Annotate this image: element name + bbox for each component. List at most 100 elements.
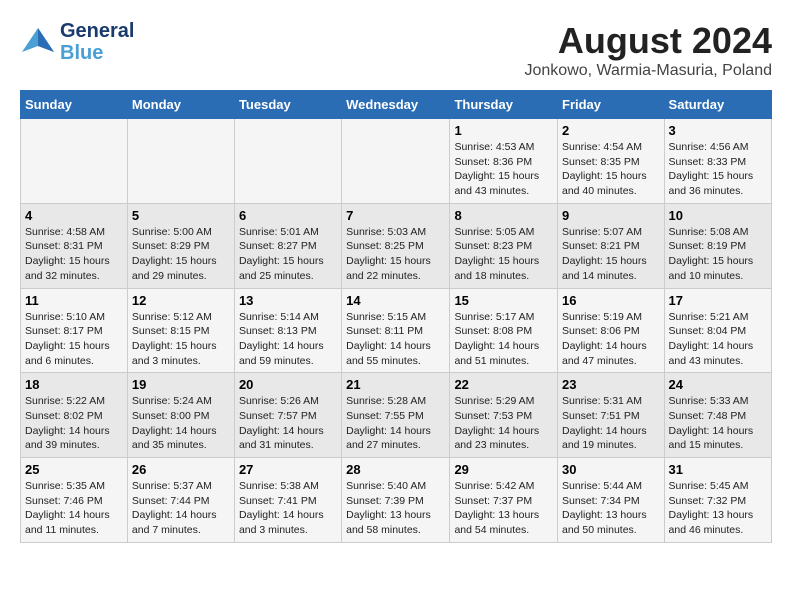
calendar-cell: 17 Sunrise: 5:21 AMSunset: 8:04 PMDayligh…	[664, 288, 771, 373]
day-number: 4	[25, 208, 123, 223]
day-info: Sunrise: 5:00 AMSunset: 8:29 PMDaylight:…	[132, 225, 230, 284]
day-number: 19	[132, 377, 230, 392]
day-number: 25	[25, 462, 123, 477]
calendar-cell: 22 Sunrise: 5:29 AMSunset: 7:53 PMDayligh…	[450, 373, 558, 458]
calendar-cell: 27 Sunrise: 5:38 AMSunset: 7:41 PMDayligh…	[234, 458, 341, 543]
weekday-header-friday: Friday	[558, 91, 665, 119]
day-number: 1	[454, 123, 553, 138]
day-number: 8	[454, 208, 553, 223]
calendar-week-row: 25Sunrise: 5:35 AMSunset: 7:46 PMDayligh…	[21, 458, 772, 543]
day-info: Sunrise: 4:58 AMSunset: 8:31 PMDaylight:…	[25, 225, 123, 284]
day-number: 15	[454, 293, 553, 308]
day-info: Sunrise: 5:14 AMSunset: 8:13 PMDaylight:…	[239, 310, 337, 369]
calendar-cell: 10Sunrise: 5:08 AMSunset: 8:19 PMDayligh…	[664, 203, 771, 288]
day-number: 30	[562, 462, 660, 477]
calendar-cell: 11 Sunrise: 5:10 AMSunset: 8:17 PMDayligh…	[21, 288, 128, 373]
calendar-cell: 23Sunrise: 5:31 AMSunset: 7:51 PMDayligh…	[558, 373, 665, 458]
day-number: 21	[346, 377, 445, 392]
calendar-table: SundayMondayTuesdayWednesdayThursdayFrid…	[20, 90, 772, 543]
day-number: 29	[454, 462, 553, 477]
location-text: Jonkowo, Warmia-Masuria, Poland	[525, 62, 773, 80]
calendar-week-row: 1 Sunrise: 4:53 AMSunset: 8:36 PMDaylight…	[21, 119, 772, 204]
weekday-header-tuesday: Tuesday	[234, 91, 341, 119]
calendar-cell: 24 Sunrise: 5:33 AMSunset: 7:48 PMDayligh…	[664, 373, 771, 458]
calendar-cell: 7 Sunrise: 5:03 AMSunset: 8:25 PMDaylight…	[342, 203, 450, 288]
day-info: Sunrise: 5:45 AMSunset: 7:32 PMDaylight:…	[669, 479, 767, 538]
day-info: Sunrise: 4:56 AMSunset: 8:33 PMDaylight:…	[669, 140, 767, 199]
day-info: Sunrise: 5:03 AMSunset: 8:25 PMDaylight:…	[346, 225, 445, 284]
day-info: Sunrise: 5:01 AMSunset: 8:27 PMDaylight:…	[239, 225, 337, 284]
day-number: 5	[132, 208, 230, 223]
calendar-cell: 12Sunrise: 5:12 AMSunset: 8:15 PMDayligh…	[127, 288, 234, 373]
calendar-cell: 26Sunrise: 5:37 AMSunset: 7:44 PMDayligh…	[127, 458, 234, 543]
calendar-cell: 19 Sunrise: 5:24 AMSunset: 8:00 PMDayligh…	[127, 373, 234, 458]
calendar-cell: 3 Sunrise: 4:56 AMSunset: 8:33 PMDaylight…	[664, 119, 771, 204]
calendar-cell: 4 Sunrise: 4:58 AMSunset: 8:31 PMDaylight…	[21, 203, 128, 288]
day-number: 16	[562, 293, 660, 308]
day-number: 13	[239, 293, 337, 308]
logo-text-blue: Blue	[60, 42, 134, 64]
calendar-cell	[127, 119, 234, 204]
calendar-week-row: 18 Sunrise: 5:22 AMSunset: 8:02 PMDayligh…	[21, 373, 772, 458]
day-info: Sunrise: 5:38 AMSunset: 7:41 PMDaylight:…	[239, 479, 337, 538]
day-info: Sunrise: 5:05 AMSunset: 8:23 PMDaylight:…	[454, 225, 553, 284]
day-number: 26	[132, 462, 230, 477]
calendar-cell: 30 Sunrise: 5:44 AMSunset: 7:34 PMDayligh…	[558, 458, 665, 543]
calendar-cell: 1 Sunrise: 4:53 AMSunset: 8:36 PMDaylight…	[450, 119, 558, 204]
day-number: 9	[562, 208, 660, 223]
day-info: Sunrise: 5:44 AMSunset: 7:34 PMDaylight:…	[562, 479, 660, 538]
weekday-header-sunday: Sunday	[21, 91, 128, 119]
day-info: Sunrise: 5:17 AMSunset: 8:08 PMDaylight:…	[454, 310, 553, 369]
day-info: Sunrise: 5:29 AMSunset: 7:53 PMDaylight:…	[454, 394, 553, 453]
calendar-cell: 14Sunrise: 5:15 AMSunset: 8:11 PMDayligh…	[342, 288, 450, 373]
logo-text-general: General	[60, 20, 134, 42]
calendar-cell: 13 Sunrise: 5:14 AMSunset: 8:13 PMDayligh…	[234, 288, 341, 373]
calendar-cell: 8 Sunrise: 5:05 AMSunset: 8:23 PMDaylight…	[450, 203, 558, 288]
day-info: Sunrise: 5:22 AMSunset: 8:02 PMDaylight:…	[25, 394, 123, 453]
calendar-cell: 28Sunrise: 5:40 AMSunset: 7:39 PMDayligh…	[342, 458, 450, 543]
weekday-header-saturday: Saturday	[664, 91, 771, 119]
day-number: 28	[346, 462, 445, 477]
day-number: 7	[346, 208, 445, 223]
day-number: 24	[669, 377, 767, 392]
day-info: Sunrise: 4:54 AMSunset: 8:35 PMDaylight:…	[562, 140, 660, 199]
day-info: Sunrise: 5:33 AMSunset: 7:48 PMDaylight:…	[669, 394, 767, 453]
calendar-cell	[21, 119, 128, 204]
day-info: Sunrise: 5:19 AMSunset: 8:06 PMDaylight:…	[562, 310, 660, 369]
day-info: Sunrise: 5:24 AMSunset: 8:00 PMDaylight:…	[132, 394, 230, 453]
day-number: 22	[454, 377, 553, 392]
calendar-week-row: 11 Sunrise: 5:10 AMSunset: 8:17 PMDayligh…	[21, 288, 772, 373]
day-info: Sunrise: 5:28 AMSunset: 7:55 PMDaylight:…	[346, 394, 445, 453]
calendar-cell: 16 Sunrise: 5:19 AMSunset: 8:06 PMDayligh…	[558, 288, 665, 373]
day-number: 18	[25, 377, 123, 392]
page-header: General Blue August 2024 Jonkowo, Warmia…	[20, 20, 772, 80]
logo-icon	[20, 24, 56, 60]
calendar-cell	[342, 119, 450, 204]
day-number: 20	[239, 377, 337, 392]
weekday-header-wednesday: Wednesday	[342, 91, 450, 119]
day-number: 31	[669, 462, 767, 477]
day-number: 23	[562, 377, 660, 392]
calendar-cell: 25Sunrise: 5:35 AMSunset: 7:46 PMDayligh…	[21, 458, 128, 543]
day-number: 2	[562, 123, 660, 138]
day-number: 11	[25, 293, 123, 308]
day-info: Sunrise: 5:10 AMSunset: 8:17 PMDaylight:…	[25, 310, 123, 369]
calendar-cell: 15 Sunrise: 5:17 AMSunset: 8:08 PMDayligh…	[450, 288, 558, 373]
day-number: 27	[239, 462, 337, 477]
calendar-week-row: 4 Sunrise: 4:58 AMSunset: 8:31 PMDaylight…	[21, 203, 772, 288]
day-info: Sunrise: 5:12 AMSunset: 8:15 PMDaylight:…	[132, 310, 230, 369]
calendar-cell: 21 Sunrise: 5:28 AMSunset: 7:55 PMDayligh…	[342, 373, 450, 458]
logo: General Blue	[20, 20, 134, 64]
day-info: Sunrise: 5:07 AMSunset: 8:21 PMDaylight:…	[562, 225, 660, 284]
title-area: August 2024 Jonkowo, Warmia-Masuria, Pol…	[525, 20, 773, 80]
day-number: 17	[669, 293, 767, 308]
day-number: 6	[239, 208, 337, 223]
day-number: 3	[669, 123, 767, 138]
day-info: Sunrise: 5:26 AMSunset: 7:57 PMDaylight:…	[239, 394, 337, 453]
calendar-cell: 5 Sunrise: 5:00 AMSunset: 8:29 PMDaylight…	[127, 203, 234, 288]
day-info: Sunrise: 4:53 AMSunset: 8:36 PMDaylight:…	[454, 140, 553, 199]
day-number: 10	[669, 208, 767, 223]
day-info: Sunrise: 5:21 AMSunset: 8:04 PMDaylight:…	[669, 310, 767, 369]
day-info: Sunrise: 5:42 AMSunset: 7:37 PMDaylight:…	[454, 479, 553, 538]
calendar-cell: 2 Sunrise: 4:54 AMSunset: 8:35 PMDaylight…	[558, 119, 665, 204]
